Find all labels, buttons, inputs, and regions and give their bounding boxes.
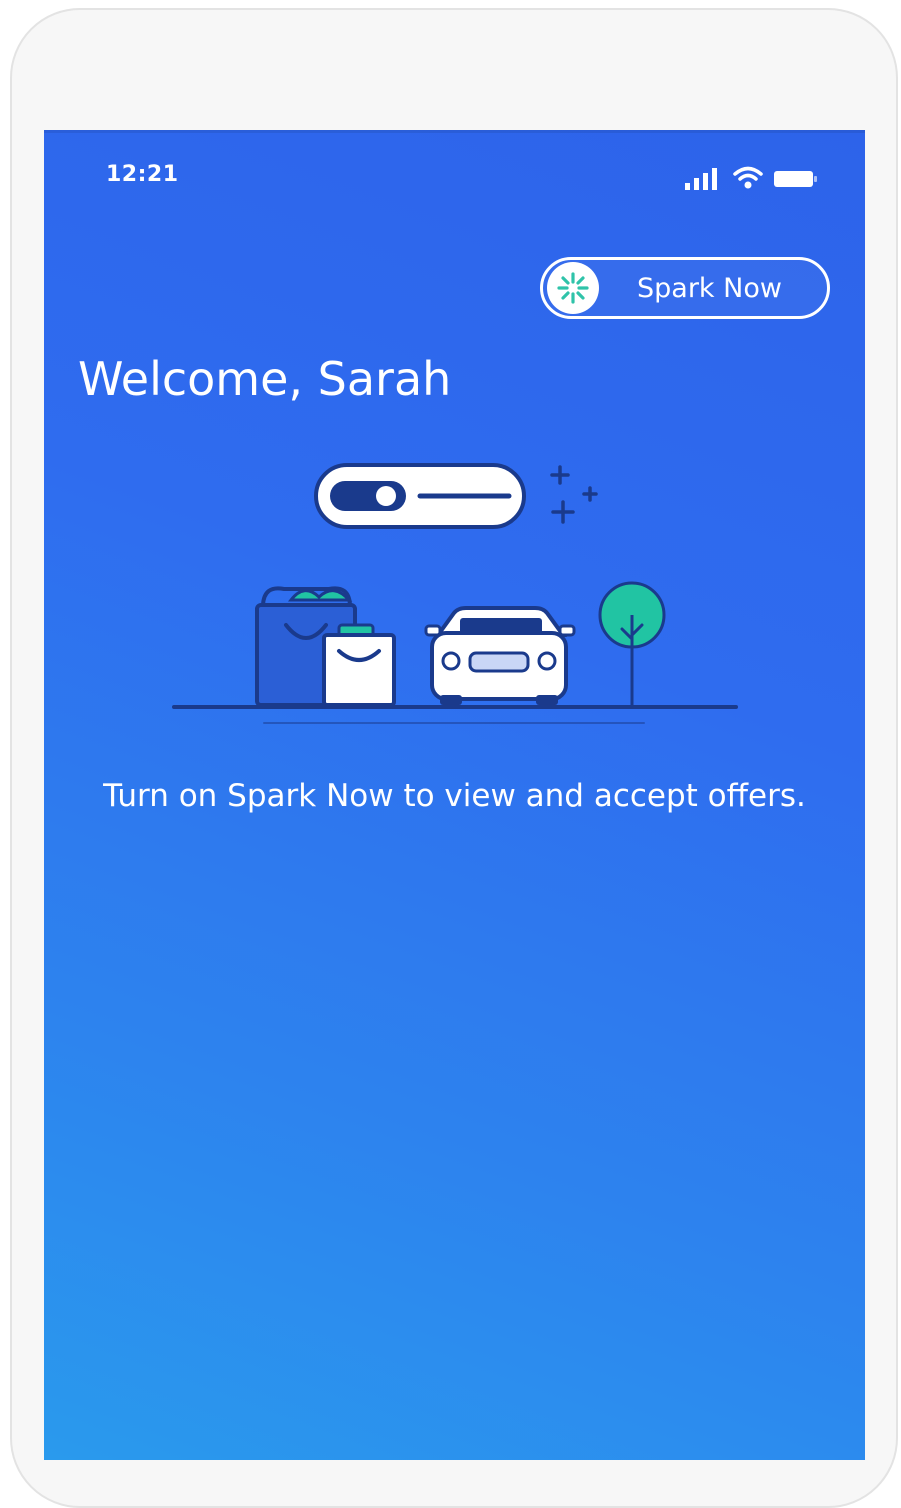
shopping-bag-icon: [255, 586, 396, 707]
spark-now-button[interactable]: Spark Now: [540, 257, 830, 319]
spark-logo-icon: [547, 262, 599, 314]
toggle-illustration-icon: [314, 463, 526, 529]
spark-now-label: Spark Now: [637, 272, 782, 304]
instruction-text: Turn on Spark Now to view and accept off…: [103, 778, 806, 814]
status-icons: [683, 166, 819, 190]
sparkle-icon: [550, 465, 598, 524]
battery-icon: [774, 171, 817, 187]
hero-illustration: [172, 463, 738, 724]
status-time: 12:21: [106, 162, 179, 187]
app-screen: 12:21 Spark Now Welcome, Sarah Turn on S…: [44, 130, 865, 1460]
signal-icon: [685, 168, 717, 190]
tree-icon: [598, 581, 666, 705]
welcome-heading: Welcome, Sarah: [78, 352, 452, 406]
wifi-icon: [733, 166, 763, 189]
car-icon: [424, 606, 576, 705]
